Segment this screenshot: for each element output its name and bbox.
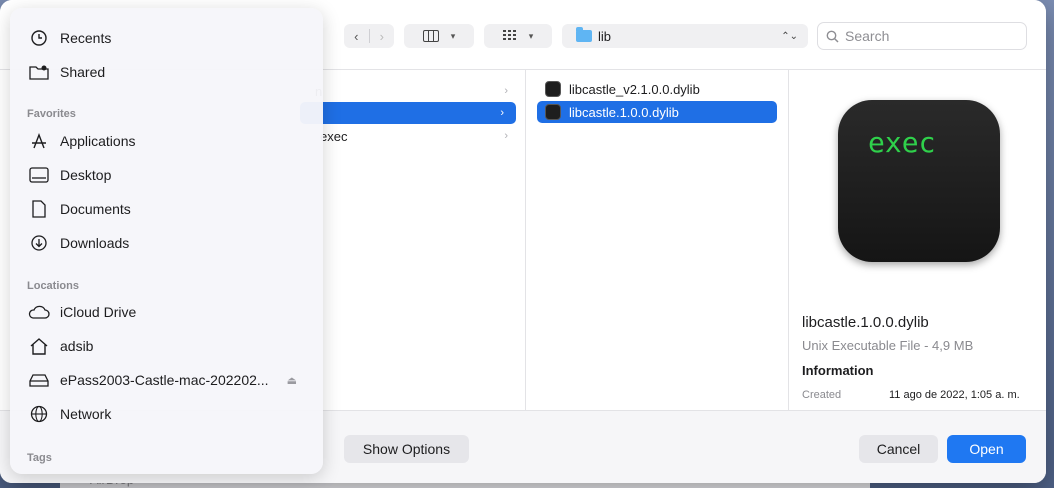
- preview-filename: libcastle.1.0.0.dylib: [802, 314, 929, 331]
- sidebar-item-label: Recents: [60, 30, 112, 46]
- chevron-down-icon: ▾: [450, 30, 456, 41]
- sidebar-item-label: ePass2003-Castle-mac-202202...: [60, 372, 269, 388]
- file-column: libcastle_v2.1.0.0.dylib libcastle.1.0.0…: [527, 70, 789, 410]
- sidebar-item-label: Applications: [60, 133, 136, 149]
- sidebar-item-label: iCloud Drive: [60, 304, 137, 320]
- cancel-button[interactable]: Cancel: [859, 435, 938, 463]
- exec-icon-text: exec: [868, 126, 936, 159]
- group-grid-icon: [502, 30, 516, 40]
- download-icon: [28, 233, 50, 253]
- sidebar-item-network[interactable]: Network: [28, 401, 111, 427]
- created-label: Created: [802, 389, 842, 401]
- back-forward-group: ‹ ›: [344, 24, 394, 48]
- folder-icon: [576, 27, 592, 42]
- columns-view-icon: [422, 30, 439, 42]
- chevron-right-icon: ›: [500, 107, 504, 119]
- path-popup[interactable]: lib ⌃⌄: [562, 24, 808, 48]
- preview-pane: exec libcastle.1.0.0.dylib Unix Executab…: [790, 70, 1046, 410]
- cloud-icon: [28, 302, 50, 322]
- sidebar-item-icloud-drive[interactable]: iCloud Drive: [28, 299, 136, 325]
- file-row[interactable]: libcastle_v2.1.0.0.dylib: [537, 78, 777, 100]
- view-mode-button[interactable]: ▾: [404, 24, 474, 48]
- preview-kind: Unix Executable File - 4,9 MB: [802, 338, 974, 353]
- desktop-icon: [28, 165, 50, 185]
- information-heading: Information: [802, 363, 874, 378]
- document-icon: [28, 199, 50, 219]
- file-name: libcastle.1.0.0.dylib: [569, 104, 679, 120]
- drive-icon: [28, 370, 50, 390]
- globe-icon: [28, 404, 50, 424]
- sidebar-item-documents[interactable]: Documents: [28, 196, 131, 222]
- sidebar-item-desktop[interactable]: Desktop: [28, 162, 111, 188]
- shared-folder-icon: [28, 62, 50, 82]
- sidebar-item-label: Desktop: [60, 167, 112, 183]
- sidebar-item-recents[interactable]: Recents: [28, 25, 111, 51]
- clock-icon: [28, 28, 50, 48]
- back-button[interactable]: ‹: [344, 29, 369, 44]
- list-item-selected[interactable]: ›: [300, 102, 516, 124]
- chevron-down-icon: ▾: [528, 30, 534, 41]
- sidebar-item-label: Downloads: [60, 235, 130, 251]
- sidebar-item-label: adsib: [60, 338, 94, 354]
- show-options-button[interactable]: Show Options: [344, 435, 469, 463]
- chevron-right-icon: ›: [504, 85, 508, 97]
- sidebar-item-downloads[interactable]: Downloads: [28, 230, 129, 256]
- file-row-selected[interactable]: libcastle.1.0.0.dylib: [537, 101, 777, 123]
- chevron-right-icon: ›: [504, 130, 508, 142]
- open-button[interactable]: Open: [947, 435, 1026, 463]
- sidebar: Recents Shared Favorites Applications De…: [10, 8, 323, 474]
- applications-icon: [28, 131, 50, 151]
- home-icon: [28, 336, 50, 356]
- sidebar-item-epass-drive[interactable]: ePass2003-Castle-mac-202202... ⏏: [28, 367, 297, 393]
- tags-heading: Tags: [27, 452, 52, 464]
- group-button[interactable]: ▾: [484, 24, 552, 48]
- sidebar-item-label: Network: [60, 406, 112, 422]
- up-down-chevron-icon: ⌃⌄: [781, 30, 798, 42]
- executable-file-icon: [545, 104, 561, 120]
- eject-icon[interactable]: ⏏: [287, 374, 297, 387]
- sidebar-item-applications[interactable]: Applications: [28, 128, 136, 154]
- sidebar-item-adsib[interactable]: adsib: [28, 333, 93, 359]
- locations-heading: Locations: [27, 280, 79, 292]
- file-name: libcastle_v2.1.0.0.dylib: [569, 81, 700, 97]
- list-item-label: exec: [320, 128, 348, 144]
- forward-button[interactable]: ›: [370, 29, 395, 44]
- exec-file-icon: exec: [838, 100, 1000, 262]
- search-field[interactable]: Search: [817, 22, 1027, 50]
- search-icon: [826, 30, 839, 43]
- sidebar-item-label: Shared: [60, 64, 106, 80]
- executable-file-icon: [545, 81, 561, 97]
- path-label: lib: [598, 28, 612, 44]
- favorites-heading: Favorites: [27, 108, 76, 120]
- sidebar-item-shared[interactable]: Shared: [28, 59, 105, 85]
- sidebar-item-label: Documents: [60, 201, 131, 217]
- created-value: 11 ago de 2022, 1:05 a. m.: [889, 389, 1020, 401]
- list-item[interactable]: n ›: [315, 80, 520, 102]
- list-item[interactable]: exec ›: [320, 125, 520, 147]
- search-placeholder: Search: [845, 28, 890, 44]
